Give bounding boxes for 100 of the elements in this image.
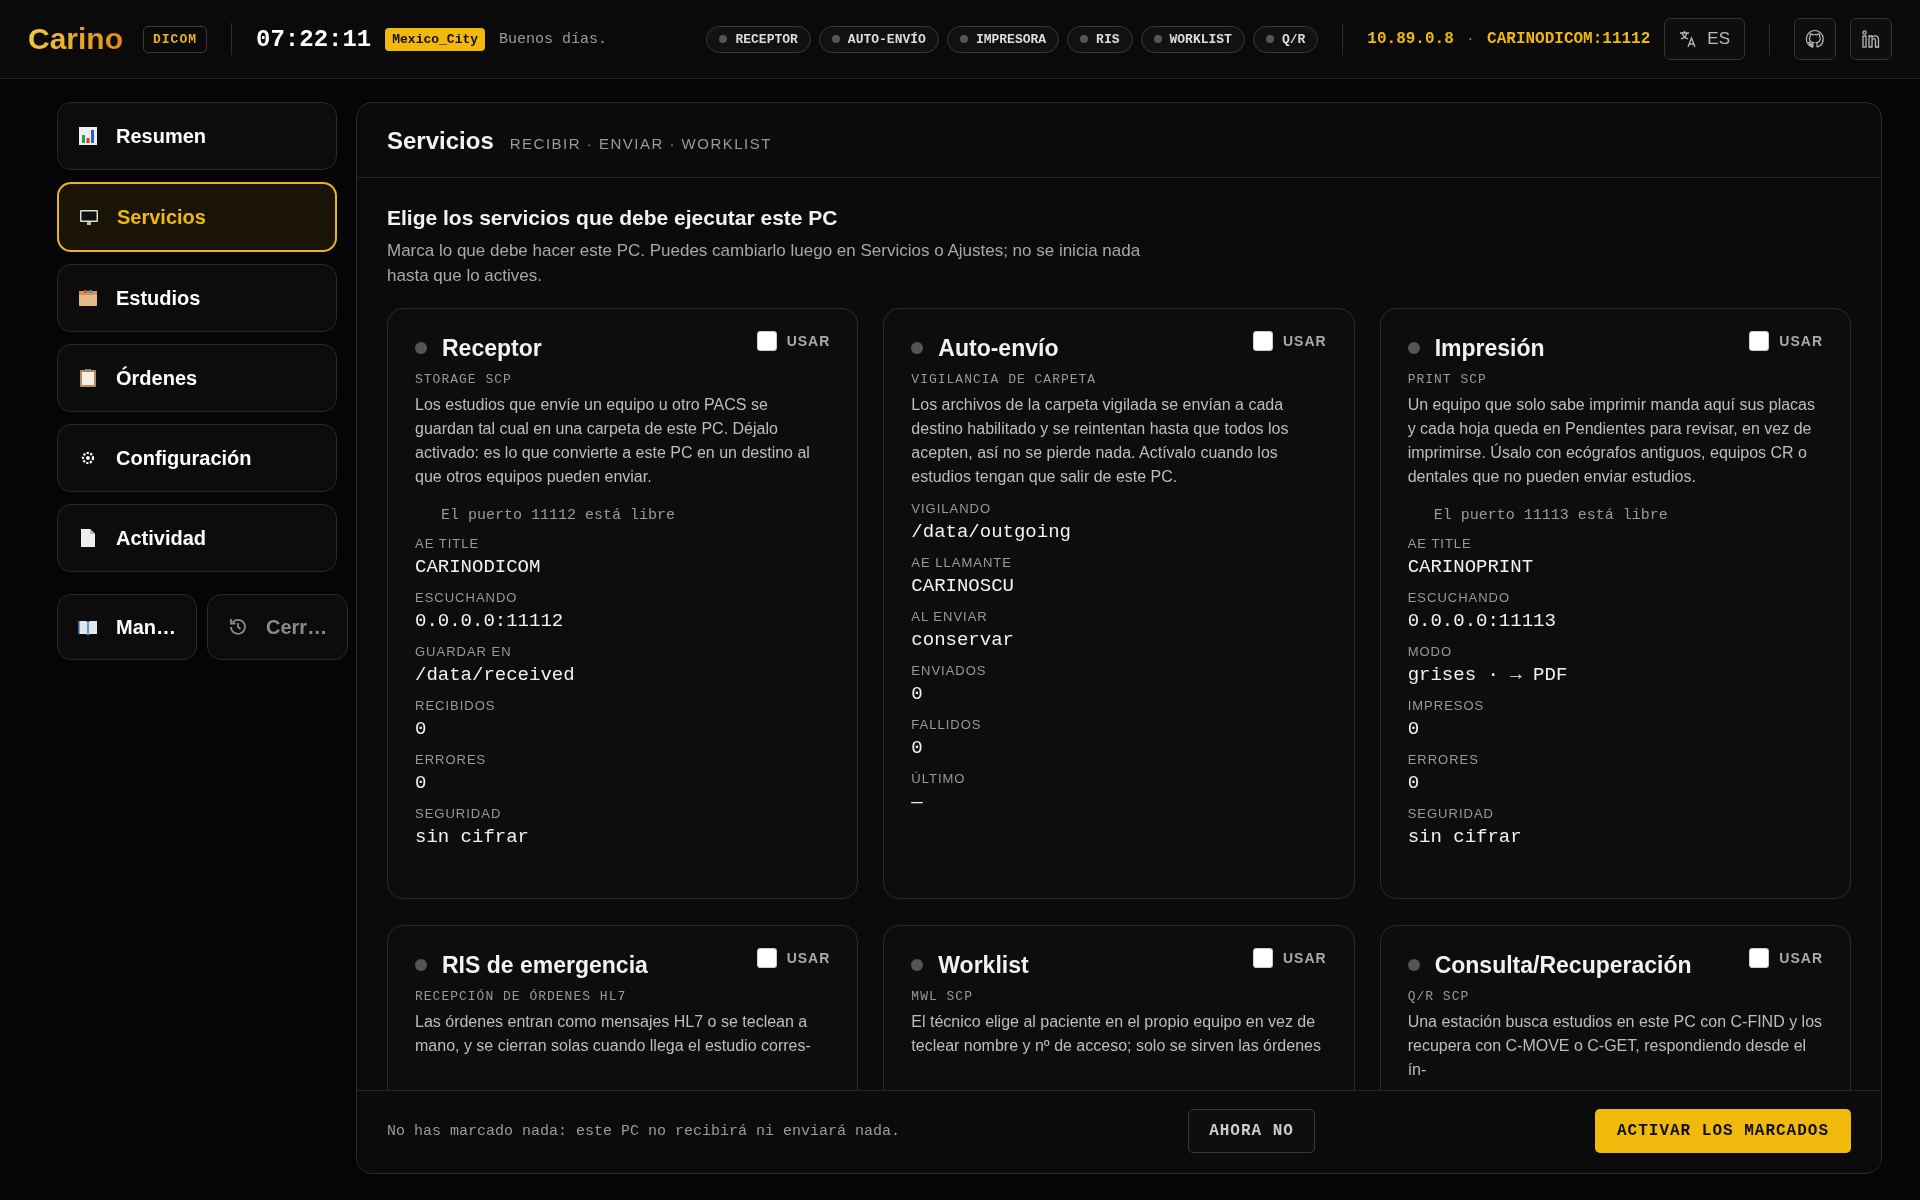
monitor-icon [79,207,99,227]
field-label: VIGILANDO [911,501,993,516]
cat-icon [1805,29,1825,49]
checkbox-label[interactable]: USAR [1779,950,1823,966]
field-value: grises · → PDF [1407,664,1569,686]
dismiss-button[interactable]: AHORA NO [1188,1109,1315,1153]
intro-heading: Elige los servicios que debe ejecutar este PC [387,206,839,230]
separator-dot: · [1467,30,1474,48]
field-label: FALLIDOS [911,717,983,732]
field-value: CARINODICOM [415,556,542,578]
checkbox-label[interactable]: USAR [1283,950,1327,966]
field-label: RECIBIDOS [415,698,497,713]
panel-title: Servicios [387,127,494,155]
field-value: 0 [911,737,924,759]
activate-button[interactable]: ACTIVAR LOS MARCADOS [1594,1109,1851,1153]
field-value: 0 [415,772,428,794]
use-checkbox[interactable] [1749,948,1770,968]
sidebar-item[interactable]: Estudios [57,264,337,332]
box-icon [78,288,98,308]
service-status-pill: WORKLIST [1140,25,1245,53]
field-label: ESCUCHANDO [1407,590,1512,605]
card-title: Impresión [1434,335,1545,362]
service-status-pill: RIS [1067,25,1133,53]
field-label: SEGURIDAD [1407,806,1495,821]
protocol-label: MWL SCP [911,989,974,1004]
use-checkbox[interactable] [756,331,777,351]
document-icon [78,528,98,548]
field-value: 0 [1407,718,1421,740]
linkedin-button[interactable] [1850,18,1892,60]
use-checkbox[interactable] [1749,331,1770,351]
greeting: Buenos días. [499,30,608,48]
field-value: sin cifrar [1407,826,1523,848]
field-value: 0 [415,718,428,740]
protocol-label: STORAGE SCP [415,372,513,387]
timezone-badge: Mexico_City [385,27,486,51]
field-label: AE TITLE [1407,536,1473,551]
field-label: AL ENVIAR [911,609,989,624]
port-status: El puerto 11112 está libre [441,507,677,524]
service-status-pill: AUTO-ENVÍO [818,25,939,53]
service-status-pill: RECEPTOR [706,25,811,53]
service-status-pill: IMPRESORA [946,25,1060,53]
clipboard-icon [78,368,98,388]
footer-message: No has marcado nada: este PC no recibirá ni enviará nada. [387,1122,901,1140]
field-label: AE LLAMANTE [911,555,1013,570]
field-value: — [911,791,924,813]
field-label: ÚLTIMO [911,771,967,786]
protocol-label: RECEPCIÓN DE ÓRDENES HL7 [415,989,628,1004]
protocol-label: Q/R SCP [1407,989,1471,1004]
ae-address: CARINODICOM:11112 [1487,30,1651,48]
field-value: sin cifrar [415,826,531,848]
field-label: MODO [1407,644,1454,659]
language-button[interactable]: ES [1664,18,1745,60]
card-title: RIS de emergencia [442,952,648,979]
card-description: Un equipo que solo sabe imprimir manda aquí sus placas y cada hoja queda en Pendientes para revisar, en vez de imprimirse. Úsalo con ecógrafos antiguos, equipos CR o dentales que no pueden enviar estudios. [1407,395,1816,487]
field-value: CARINOSCU [911,575,1015,597]
card-title: Worklist [938,952,1029,979]
use-checkbox[interactable] [1253,331,1273,351]
field-label: GUARDAR EN [415,644,513,659]
chart-icon [78,126,98,146]
protocol-label: VIGILANCIA DE CARPETA [911,372,1098,387]
sidebar-item[interactable]: Órdenes [57,344,337,412]
sidebar-item[interactable]: Actividad [57,504,337,572]
field-label: SEGURIDAD [415,806,503,821]
checkbox-label[interactable]: USAR [786,333,831,349]
sidebar-item[interactable]: Configuración [57,424,337,492]
field-label: ERRORES [415,752,488,767]
use-checkbox[interactable] [1253,948,1273,968]
sidebar-item[interactable]: Resumen [57,102,337,170]
field-label: AE TITLE [415,536,481,551]
checkbox-label[interactable]: USAR [786,950,831,966]
field-value: /data/received [415,664,576,686]
manual-button[interactable]: Man… [57,594,197,660]
card-description: Los estudios que envíe un equipo u otro PACS se guardan tal cual en una carpeta de este PC. Déjalo activado: es lo que convierte a este PC en un destino al que otros equipos pueden enviar. [415,395,811,487]
github-button[interactable] [1794,18,1836,60]
field-value: 0.0.0.0:11112 [415,610,565,632]
translate-icon [1679,30,1698,48]
card-title: Receptor [442,335,542,362]
card-description: El técnico elige al paciente en el propio equipo en vez de teclear nombre y nº de acceso; solo se sirven las órdenes [911,1012,1322,1056]
checkbox-label[interactable]: USAR [1779,333,1823,349]
field-value: conservar [911,629,1015,651]
clock: 07:22:11 [256,25,372,53]
ip-address: 10.89.0.8 [1367,30,1454,48]
intro-text: Marca lo que debe hacer este PC. Puedes cambiarlo luego en Servicios o Ajustes; no se inicia nada hasta que lo actives. [387,240,1142,287]
field-label: ERRORES [1407,752,1480,767]
sidebar-item[interactable]: Servicios [57,182,337,252]
field-value: CARINOPRINT [1407,556,1535,578]
card-title: Consulta/Recuperación [1434,952,1692,979]
field-label: IMPRESOS [1407,698,1486,713]
protocol-label: PRINT SCP [1407,372,1488,387]
logo-badge: DICOM [143,25,208,53]
field-label: ENVIADOS [911,663,988,678]
use-checkbox[interactable] [756,948,777,968]
field-value: 0 [911,683,924,705]
field-value: /data/outgoing [911,521,1072,543]
checkbox-label[interactable]: USAR [1283,333,1327,349]
card-description: Una estación busca estudios en este PC con C-FIND y los recupera con C-MOVE o C-GET, respondiendo desde el ín- [1407,1012,1823,1080]
card-title: Auto-envío [938,335,1059,362]
field-label: ESCUCHANDO [415,590,519,605]
field-value: 0.0.0.0:11113 [1407,610,1557,632]
service-status-pill: Q/R [1252,25,1319,53]
